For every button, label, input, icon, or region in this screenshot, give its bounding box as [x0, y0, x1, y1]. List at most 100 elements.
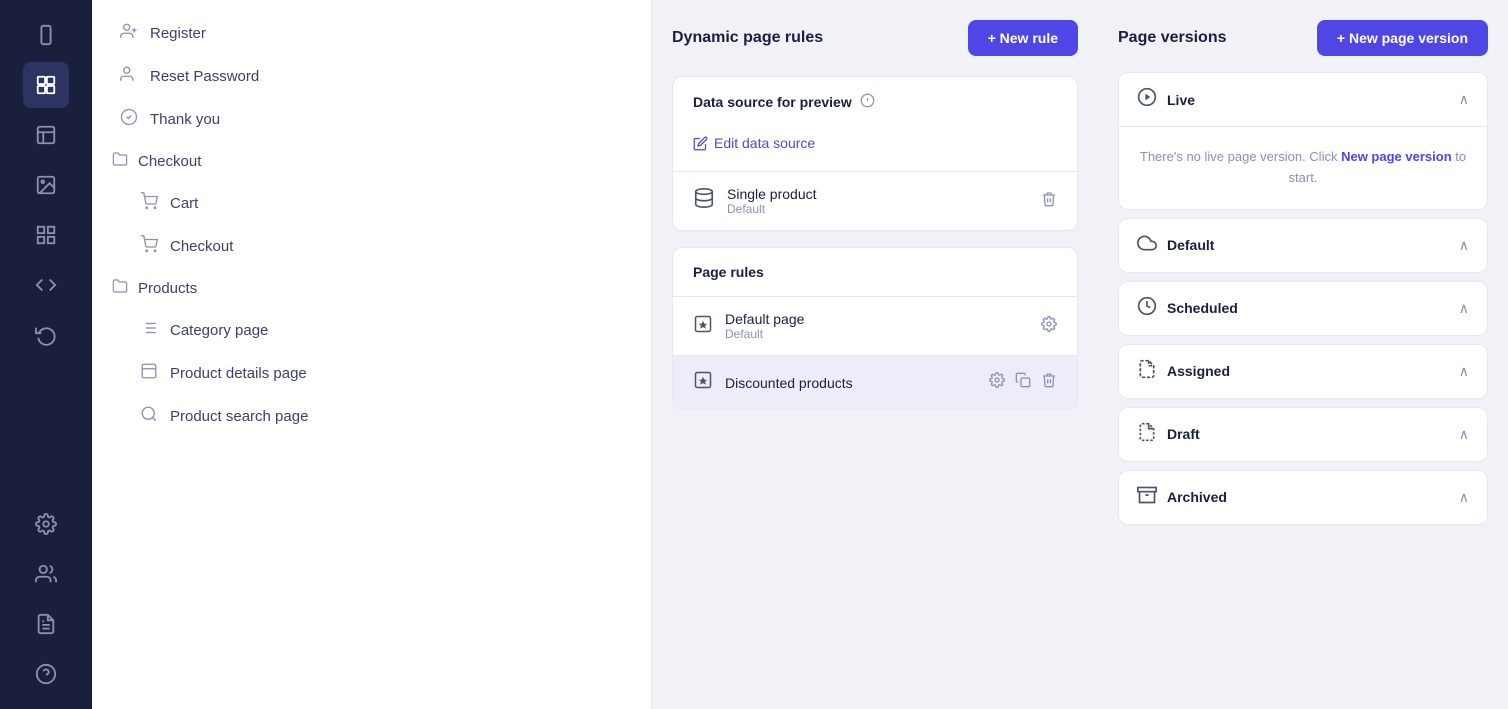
data-source-info: Single product Default — [727, 186, 1029, 216]
version-section-draft: Draft ∧ — [1118, 407, 1488, 462]
draft-doc-icon — [1137, 422, 1157, 447]
main-content: Register Reset Password Thank you Checko… — [92, 0, 1508, 709]
cart-icon2 — [140, 235, 158, 258]
reset-password-label: Reset Password — [150, 68, 259, 85]
versions-panel: Page versions + New page version Live ∧ … — [1098, 0, 1508, 709]
edit-data-source-link[interactable]: Edit data source — [673, 127, 1077, 171]
rule-discounted-name: Discounted products — [725, 375, 977, 391]
rule-default-actions — [1041, 316, 1057, 337]
version-section-live: Live ∧ There's no live page version. Cli… — [1118, 72, 1488, 210]
data-source-header: Data source for preview — [673, 77, 1077, 127]
page-item-product-details[interactable]: Product details page — [112, 352, 651, 395]
help-icon[interactable] — [23, 651, 69, 697]
checkout-folder-label: Checkout — [138, 153, 201, 170]
category-label: Category page — [170, 322, 268, 339]
page-list-panel: Register Reset Password Thank you Checko… — [92, 0, 652, 709]
page-item-category[interactable]: Category page — [112, 309, 651, 352]
page-item-register[interactable]: Register — [92, 12, 651, 55]
undo-icon[interactable] — [23, 312, 69, 358]
checkout-folder[interactable]: Checkout — [92, 141, 651, 182]
rule-discounted-info: Discounted products — [725, 375, 977, 391]
default-chevron-icon: ∧ — [1459, 237, 1469, 254]
database-icon — [693, 187, 715, 215]
archive-icon — [1137, 485, 1157, 510]
version-section-live-header[interactable]: Live ∧ — [1119, 73, 1487, 126]
star-page-icon — [693, 314, 713, 339]
draft-label: Draft — [1167, 426, 1200, 442]
layout-icon[interactable] — [23, 112, 69, 158]
version-section-archived-left: Archived — [1137, 485, 1227, 510]
version-section-draft-header[interactable]: Draft ∧ — [1119, 408, 1487, 461]
version-section-default: Default ∧ — [1118, 218, 1488, 273]
folder-icon2 — [112, 278, 128, 299]
settings-icon[interactable] — [23, 501, 69, 547]
search-icon — [140, 405, 158, 428]
page-item-reset-password[interactable]: Reset Password — [92, 55, 651, 98]
version-section-scheduled: Scheduled ∧ — [1118, 281, 1488, 336]
version-section-draft-left: Draft — [1137, 422, 1200, 447]
rules-panel-title: Dynamic page rules — [672, 29, 823, 47]
image-icon[interactable] — [23, 162, 69, 208]
version-section-scheduled-header[interactable]: Scheduled ∧ — [1119, 282, 1487, 335]
pages-icon[interactable] — [23, 62, 69, 108]
scheduled-label: Scheduled — [1167, 300, 1238, 316]
cart-label: Cart — [170, 195, 198, 212]
checkout-label: Checkout — [170, 238, 233, 255]
page-item-product-search[interactable]: Product search page — [112, 395, 651, 438]
register-label: Register — [150, 25, 206, 42]
rule-default-name: Default page — [725, 311, 1029, 327]
product-details-label: Product details page — [170, 365, 307, 382]
code-icon[interactable] — [23, 262, 69, 308]
image-icon2 — [140, 362, 158, 385]
thank-you-label: Thank you — [150, 111, 220, 128]
doc-dashed-icon — [1137, 359, 1157, 384]
live-label: Live — [1167, 92, 1195, 108]
versions-panel-title: Page versions — [1118, 29, 1227, 47]
clock-icon — [1137, 296, 1157, 321]
check-circle-icon — [120, 108, 138, 131]
version-section-default-left: Default — [1137, 233, 1214, 258]
new-rule-button[interactable]: + New rule — [968, 20, 1078, 56]
rule-discounted-actions — [989, 372, 1057, 393]
rule-discounted-settings-icon[interactable] — [989, 372, 1005, 393]
rule-discounted-duplicate-icon[interactable] — [1015, 372, 1031, 393]
data-source-sub: Default — [727, 202, 1029, 216]
version-section-assigned-header[interactable]: Assigned ∧ — [1119, 345, 1487, 398]
rules-panel-header: Dynamic page rules + New rule — [672, 20, 1078, 56]
play-icon — [1137, 87, 1157, 112]
version-live-empty-msg: There's no live page version. Click — [1140, 149, 1338, 164]
page-item-cart[interactable]: Cart — [112, 182, 651, 225]
versions-header: Page versions + New page version — [1118, 20, 1488, 56]
default-label: Default — [1167, 237, 1214, 253]
info-icon — [860, 93, 875, 111]
page-rules-title: Page rules — [673, 248, 1077, 296]
page-item-thank-you[interactable]: Thank you — [92, 98, 651, 141]
new-version-button[interactable]: + New page version — [1317, 20, 1488, 56]
version-section-archived-header[interactable]: Archived ∧ — [1119, 471, 1487, 524]
rule-settings-icon[interactable] — [1041, 316, 1057, 337]
products-folder[interactable]: Products — [92, 268, 651, 309]
rule-discounted-delete-icon[interactable] — [1041, 372, 1057, 393]
widgets-icon[interactable] — [23, 212, 69, 258]
version-live-body: There's no live page version. Click New … — [1119, 126, 1487, 209]
rule-item-discounted: Discounted products — [673, 355, 1077, 409]
data-source-card: Data source for preview Edit data source… — [672, 76, 1078, 231]
mobile-icon[interactable] — [23, 12, 69, 58]
data-source-title: Data source for preview — [693, 94, 852, 110]
draft-chevron-icon: ∧ — [1459, 426, 1469, 443]
team-icon[interactable] — [23, 551, 69, 597]
version-section-default-header[interactable]: Default ∧ — [1119, 219, 1487, 272]
products-folder-label: Products — [138, 280, 197, 297]
person-icon2 — [120, 65, 138, 88]
list-icon — [140, 319, 158, 342]
reports-icon[interactable] — [23, 601, 69, 647]
rules-panel: Dynamic page rules + New rule Data sourc… — [652, 0, 1098, 709]
data-source-item: Single product Default — [673, 172, 1077, 230]
version-live-empty-link[interactable]: New page version — [1341, 149, 1452, 164]
page-item-checkout[interactable]: Checkout — [112, 225, 651, 268]
folder-icon — [112, 151, 128, 172]
cloud-icon — [1137, 233, 1157, 258]
cart-icon — [140, 192, 158, 215]
sidebar — [0, 0, 92, 709]
delete-data-source-icon[interactable] — [1041, 191, 1057, 212]
